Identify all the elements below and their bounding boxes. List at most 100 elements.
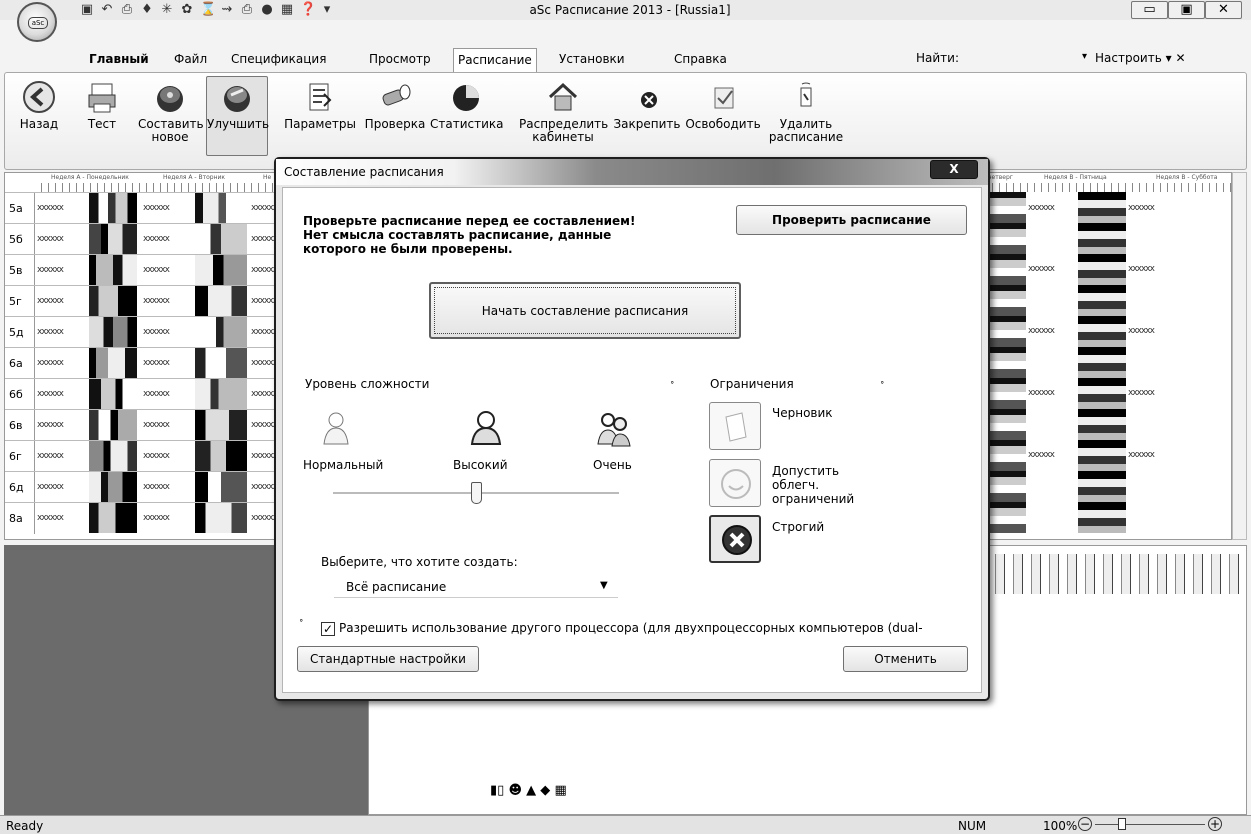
compose-new-button[interactable]: Составить новое <box>138 80 204 144</box>
hourglass-icon[interactable]: ⌛ <box>200 3 216 17</box>
cancel-button[interactable]: Отменить <box>843 646 968 672</box>
find-dropdown-icon[interactable]: ▾ <box>1082 51 1087 62</box>
default-settings-button[interactable]: Стандартные настройки <box>297 646 479 672</box>
undo-icon[interactable]: ↶ <box>100 3 114 17</box>
desk-icon[interactable]: ▦ <box>554 783 566 798</box>
tab-settings[interactable]: Установки <box>555 48 629 70</box>
zoom-out-button[interactable]: − <box>1078 817 1092 831</box>
lesson-block[interactable] <box>89 379 137 409</box>
help-icon[interactable]: ❓ <box>300 3 316 17</box>
tab-file[interactable]: Файл <box>170 48 211 70</box>
lesson-block[interactable] <box>195 410 247 440</box>
delete-timetable-button[interactable]: Удалить расписание <box>768 80 844 144</box>
bar-chart-icon[interactable]: ▮▯ <box>490 783 504 798</box>
tab-view[interactable]: Просмотр <box>365 48 435 70</box>
bottom-view-tabs[interactable]: ▮▯ ☻ ▲ ◆ ▦ <box>490 783 620 809</box>
lesson-block[interactable] <box>195 193 247 223</box>
tab-timetable[interactable]: Расписание <box>453 48 537 73</box>
lesson-block[interactable] <box>89 193 137 223</box>
tab-main[interactable]: Главный <box>85 48 153 70</box>
lesson-block[interactable] <box>195 255 247 285</box>
lesson-block[interactable] <box>89 255 137 285</box>
close-window-button[interactable]: ✕ <box>1205 1 1242 19</box>
timetable-row[interactable]: 8а xxxxxx xxxxxx xxxxxx <box>5 502 274 534</box>
lesson-block[interactable] <box>89 224 137 254</box>
distribute-rooms-button[interactable]: Распределить кабинеты <box>519 80 608 144</box>
unplaced-cards-strip[interactable] <box>987 554 1245 594</box>
difficulty-slider-thumb[interactable] <box>470 482 482 504</box>
pin-button[interactable]: Закрепить <box>611 80 683 131</box>
lesson-block[interactable] <box>89 410 137 440</box>
lesson-block[interactable] <box>195 441 247 471</box>
lesson-blocks-friday[interactable] <box>1078 192 1126 533</box>
save-icon[interactable]: ▣ <box>80 3 94 17</box>
smiley-icon <box>721 469 751 499</box>
lesson-block[interactable] <box>195 286 247 316</box>
check-button[interactable]: Проверка <box>363 80 427 131</box>
timetable-row[interactable]: 6в xxxxxx xxxxxx xxxxxx <box>5 409 274 441</box>
quick-access-dropdown-icon[interactable]: ▾ <box>320 3 334 17</box>
maximize-button[interactable]: ▣ <box>1168 1 1205 19</box>
minimize-button[interactable]: ▭ <box>1131 1 1168 19</box>
lesson-block[interactable] <box>89 286 137 316</box>
timetable-grid-right[interactable]: четверг Неделя В - Пятница Неделя В - Су… <box>985 172 1232 540</box>
lesson-block[interactable] <box>195 379 247 409</box>
lesson-blocks-thursday[interactable] <box>986 192 1026 533</box>
lesson-block[interactable] <box>89 441 137 471</box>
timetable-grid[interactable]: Неделя А - Понедельник Неделя А - Вторни… <box>4 172 275 540</box>
lesson-block[interactable] <box>195 503 247 533</box>
lesson-block[interactable] <box>195 472 247 502</box>
chevron-down-icon[interactable]: ▼ <box>600 580 608 591</box>
lesson-block[interactable] <box>195 224 247 254</box>
class-hat-icon[interactable]: ▲ <box>526 783 536 798</box>
timetable-row[interactable]: 5г xxxxxx xxxxxx xxxxxx <box>5 285 274 317</box>
dialog-close-button[interactable]: X <box>930 160 978 179</box>
zoom-slider-thumb[interactable] <box>1118 818 1126 830</box>
lesson-block[interactable] <box>195 348 247 378</box>
start-compose-button[interactable]: Начать составление расписания <box>429 282 741 339</box>
lesson-block[interactable] <box>89 348 137 378</box>
wand-icon[interactable]: ✳ <box>160 3 174 17</box>
timetable-scrollbar[interactable] <box>1232 172 1247 540</box>
lesson-block[interactable] <box>89 472 137 502</box>
grid-icon[interactable]: ▦ <box>280 3 294 17</box>
lesson-block[interactable] <box>195 317 247 347</box>
teacher-icon[interactable]: ☻ <box>508 783 522 798</box>
app-orb-button[interactable]: aSc <box>17 2 57 42</box>
zoom-slider[interactable] <box>1095 824 1205 825</box>
parameters-button[interactable]: Параметры <box>283 80 357 131</box>
timetable-row[interactable]: 6а xxxxxx xxxxxx xxxxxx <box>5 347 274 379</box>
timetable-row[interactable]: 5д xxxxxx xxxxxx xxxxxx <box>5 316 274 348</box>
tool-icon[interactable]: ♦ <box>140 3 154 17</box>
zoom-in-button[interactable]: + <box>1208 817 1222 831</box>
customize-menu[interactable]: Настроить ▾ ✕ <box>1095 51 1186 65</box>
lesson-block[interactable] <box>89 317 137 347</box>
statistics-button[interactable]: Статистика <box>430 80 504 131</box>
test-button[interactable]: Тест <box>80 80 124 131</box>
timetable-row[interactable]: 6д xxxxxx xxxxxx xxxxxx <box>5 471 274 503</box>
timetable-row[interactable]: 5а xxxxxx xxxxxx xxxxxx <box>5 192 274 224</box>
timetable-row[interactable]: 6б xxxxxx xxxxxx xxxxxx <box>5 378 274 410</box>
allow-relaxed-option[interactable] <box>709 459 761 507</box>
print-preview-icon[interactable]: ⎙ <box>120 3 134 17</box>
record-icon[interactable]: ● <box>260 3 274 17</box>
dual-cpu-checkbox[interactable]: ✓ <box>321 622 335 636</box>
room-icon[interactable]: ◆ <box>540 783 550 798</box>
free-marks: xxxxxx <box>1128 203 1155 213</box>
tab-specification[interactable]: Спецификация <box>227 48 330 70</box>
timetable-row[interactable]: 5б xxxxxx xxxxxx xxxxxx <box>5 223 274 255</box>
free-marks: xxxxxx <box>1028 388 1055 398</box>
timetable-row[interactable]: 5в xxxxxx xxxxxx xxxxxx <box>5 254 274 286</box>
link-icon[interactable]: ⇝ <box>220 3 234 17</box>
timetable-row[interactable]: 6г xxxxxx xxxxxx xxxxxx <box>5 440 274 472</box>
puzzle-icon[interactable]: ✿ <box>180 3 194 17</box>
back-button[interactable]: Назад <box>14 80 64 131</box>
tab-help[interactable]: Справка <box>670 48 731 70</box>
release-button[interactable]: Освободить <box>685 80 761 131</box>
strict-option[interactable] <box>709 515 761 563</box>
printer-icon[interactable]: ⎙ <box>240 3 254 17</box>
lesson-block[interactable] <box>89 503 137 533</box>
check-timetable-button[interactable]: Проверить расписание <box>736 205 967 235</box>
draft-option[interactable] <box>709 402 761 450</box>
improve-button[interactable]: Улучшить <box>206 76 269 156</box>
